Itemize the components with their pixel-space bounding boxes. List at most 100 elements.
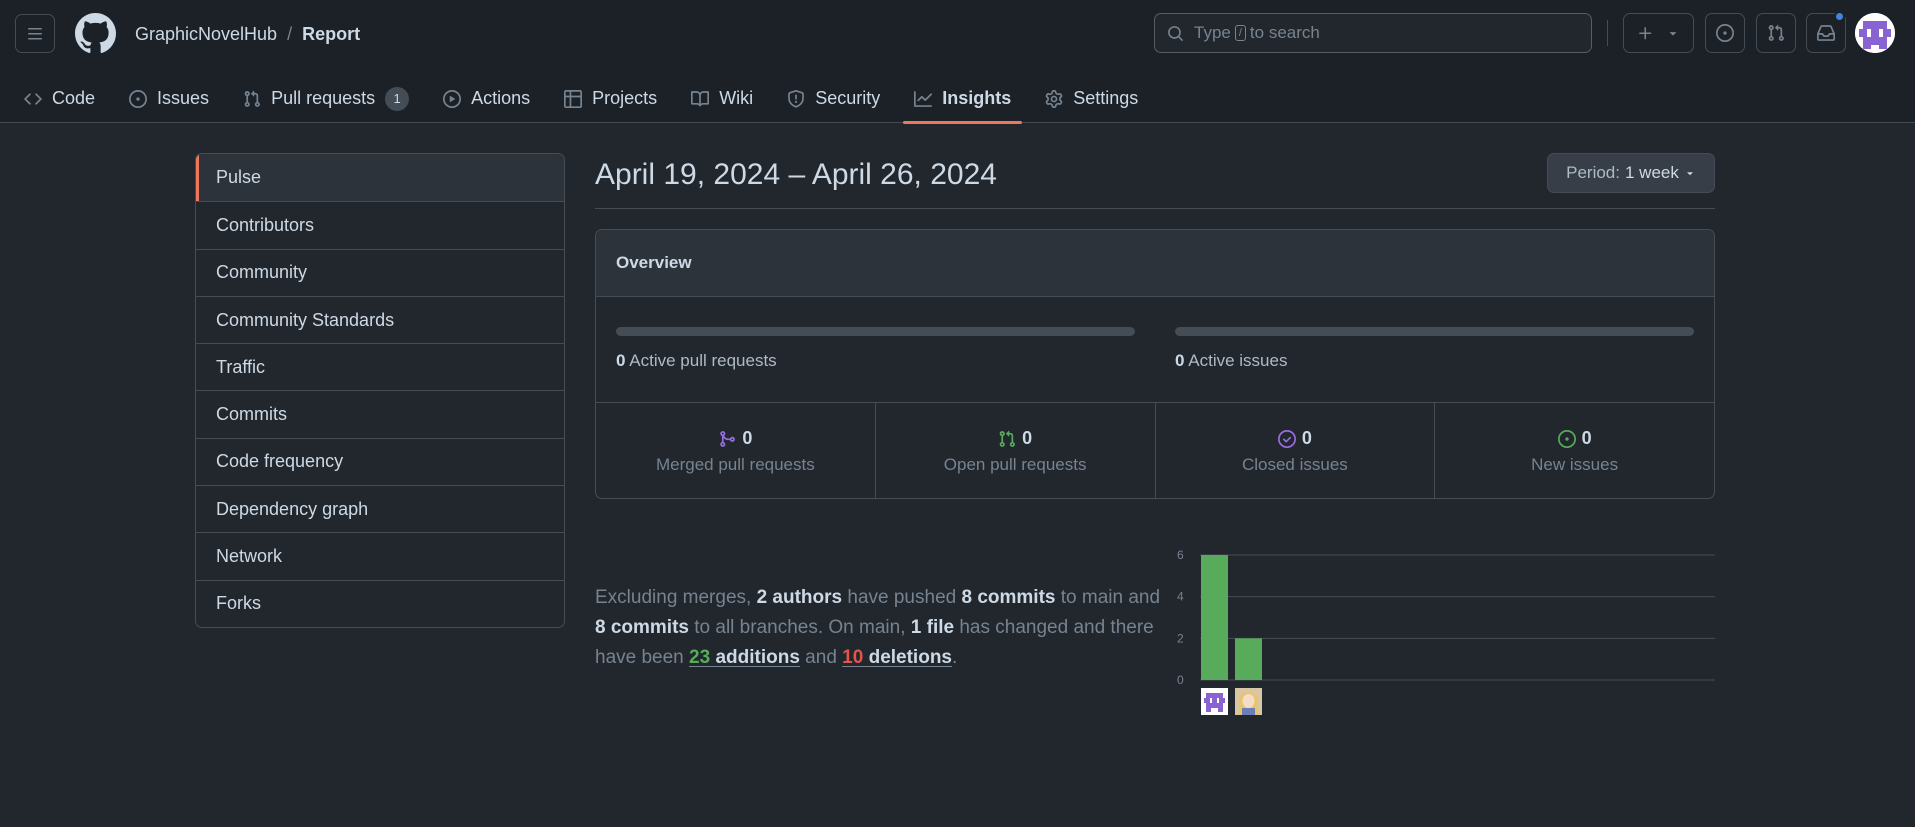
avatar[interactable] [1855,13,1895,53]
merged-pull-requests-count: 0 [742,428,753,448]
pull-requests-button[interactable] [1756,13,1796,53]
sidebar-item-traffic[interactable]: Traffic [196,343,564,390]
tab-issues[interactable]: Issues [118,74,220,123]
search-input[interactable]: Type / to search [1154,13,1592,53]
tab-label: Issues [157,88,210,108]
open-pull-requests-stat[interactable]: 0 Open pull requests [874,403,1155,498]
commits-by-author-chart: 0 2 4 6 [1177,548,1715,715]
active-issues[interactable]: 0 Active issues [1175,297,1694,371]
new-issues-stat[interactable]: 0 New issues [1434,403,1714,498]
hamburger-icon [28,27,42,39]
create-new-button[interactable] [1623,13,1694,53]
closed-issues-stat[interactable]: 0 Closed issues [1154,403,1435,498]
additions-word: additions [710,647,800,668]
sidebar-item-dependency-graph[interactable]: Dependency graph [196,485,564,532]
merged-pull-requests-stat[interactable]: 0 Merged pull requests [596,403,875,498]
sidebar-item-pulse[interactable]: Pulse [196,154,564,202]
deletions-link[interactable]: 10 deletions [842,647,952,668]
y-tick-label: 0 [1177,673,1184,687]
open-pull-requests-label: Open pull requests [943,455,1087,474]
active-pull-requests-bar [616,327,1135,336]
summary-text: to all branches. On main, [688,617,911,638]
tab-label: Actions [471,88,531,108]
y-tick-label: 4 [1177,590,1184,604]
sidebar-item-commits[interactable]: Commits [196,390,564,437]
search-placeholder-suffix: to search [1249,23,1320,42]
issue-opened-icon [129,89,148,108]
issue-closed-icon [1277,429,1296,448]
tab-code[interactable]: Code [13,74,106,123]
open-pull-requests-count: 0 [1022,428,1033,448]
insights-sidebar: Pulse Contributors Community Community S… [195,153,565,628]
period-select-button[interactable]: Period: 1 week [1547,153,1715,193]
tab-pull-requests[interactable]: Pull requests 1 [232,74,420,123]
git-pull-request-icon [999,430,1015,447]
search-placeholder-prefix: Type [1194,23,1231,42]
play-icon [443,89,462,108]
triangle-down-icon [1687,172,1693,176]
author-avatar-icon[interactable] [1201,688,1228,715]
active-issues-label: Active issues [1188,351,1288,370]
shield-icon [788,89,805,108]
commit-bar[interactable] [1235,638,1262,680]
sidebar-item-code-frequency[interactable]: Code frequency [196,437,564,485]
commit-bar[interactable] [1201,555,1228,680]
overview-panel: Overview 0 Active pull requests 0 Active… [595,229,1715,499]
additions-link[interactable]: 23 additions [689,647,800,668]
issues-button[interactable] [1705,13,1745,53]
menu-button[interactable] [15,14,55,53]
tab-wiki[interactable]: Wiki [680,74,764,123]
tab-settings[interactable]: Settings [1034,74,1149,123]
tab-label: Projects [592,88,658,108]
triangle-down-icon [1669,32,1677,36]
app-header: GraphicNovelHub / Report Type / to searc… [0,0,1915,124]
deletions-count: 10 [842,647,864,668]
page-title: April 19, 2024 – April 26, 2024 [595,158,997,191]
tab-actions[interactable]: Actions [432,74,541,123]
tab-security[interactable]: Security [776,74,891,123]
sidebar-item-community-standards[interactable]: Community Standards [196,295,564,343]
github-logo-icon[interactable] [75,13,116,54]
breadcrumb: GraphicNovelHub / Report [135,22,360,46]
pull-request-counter: 1 [385,86,410,111]
active-pull-requests[interactable]: 0 Active pull requests [616,297,1135,371]
closed-issues-label: Closed issues [1241,455,1348,474]
plus-icon [1639,26,1652,39]
gear-icon [1045,89,1063,108]
active-pull-requests-label: Active pull requests [629,351,777,370]
active-summary: 0 Active pull requests 0 Active issues [596,297,1714,403]
new-issues-count: 0 [1581,428,1592,448]
header-divider [1607,20,1608,46]
overview-stats: 0 Merged pull requests 0 Open pull reque… [596,403,1714,498]
search-shortcut-key: / [1234,25,1246,41]
graph-icon [914,90,933,107]
title-divider [595,208,1715,209]
repo-link[interactable]: Report [302,24,360,45]
sidebar-item-network[interactable]: Network [196,532,564,579]
y-tick-label: 2 [1177,631,1184,645]
tab-projects[interactable]: Projects [553,74,668,123]
overview-title: Overview [596,230,1714,297]
git-merge-icon [720,430,736,447]
sidebar-item-contributors[interactable]: Contributors [196,201,564,248]
breadcrumb-separator: / [287,23,293,44]
tab-label: Code [52,88,96,108]
owner-link[interactable]: GraphicNovelHub [135,24,277,45]
files-changed-count: 1 file [910,617,955,638]
merged-pull-requests-label: Merged pull requests [655,455,815,474]
search-icon [1168,25,1183,41]
new-issues-label: New issues [1531,455,1619,474]
sidebar-item-community[interactable]: Community [196,248,564,296]
sidebar-item-forks[interactable]: Forks [196,579,564,627]
notification-indicator [1834,11,1845,22]
summary-text: have pushed [842,587,962,608]
summary-text: Excluding merges, [595,587,757,608]
author-portrait-icon[interactable] [1235,688,1262,715]
summary-text: to main and [1055,587,1161,608]
summary-text: and [799,647,843,668]
tab-label: Insights [942,88,1012,108]
commits-main-count: 8 commits [961,587,1056,608]
tab-label: Wiki [719,88,754,108]
tab-insights[interactable]: Insights [903,74,1023,124]
authors-count: 2 authors [756,587,843,608]
